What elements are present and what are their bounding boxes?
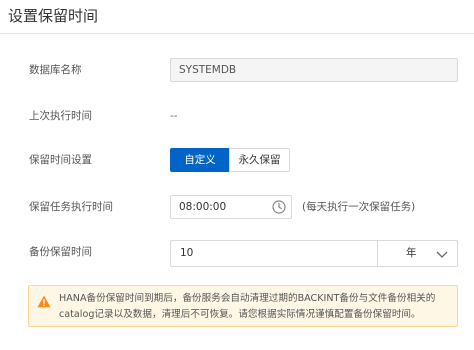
task-time-label: 保留任务执行时间 [29,201,113,213]
last-run-label: 上次执行时间 [29,110,92,122]
permanent-option-button[interactable]: 永久保留 [229,148,290,172]
retention-setting-label: 保留时间设置 [29,154,92,166]
task-time-picker[interactable]: 08:00:00 [170,195,292,219]
task-time-hint: (每天执行一次保留任务) [302,201,416,213]
dialog-header: 设置保留时间 [0,0,474,34]
warning-icon [37,295,51,308]
retention-number-input[interactable]: 10 [170,240,378,267]
task-time-value: 08:00:00 [179,201,227,213]
warning-text: HANA备份保留时间到期后，备份服务会自动清理过期的BACKINT备份与文件备份… [59,293,436,320]
dialog-title: 设置保留时间 [8,7,99,25]
last-run-value: -- [170,110,178,122]
warning-notice: HANA备份保留时间到期后，备份服务会自动清理过期的BACKINT备份与文件备份… [28,285,458,327]
retention-dialog: 设置保留时间 数据库名称 SYSTEMDB 上次执行时间 -- 保留时间设置 自… [0,0,474,350]
backup-retention-label: 备份保留时间 [29,246,92,258]
retention-unit-select[interactable]: 年 [377,240,458,267]
db-name-field: SYSTEMDB [170,58,458,82]
chevron-down-icon [436,251,448,258]
db-name-label: 数据库名称 [29,64,82,76]
custom-option-button[interactable]: 自定义 [170,148,230,172]
retention-unit-value: 年 [406,247,417,259]
clock-icon[interactable] [272,200,286,214]
